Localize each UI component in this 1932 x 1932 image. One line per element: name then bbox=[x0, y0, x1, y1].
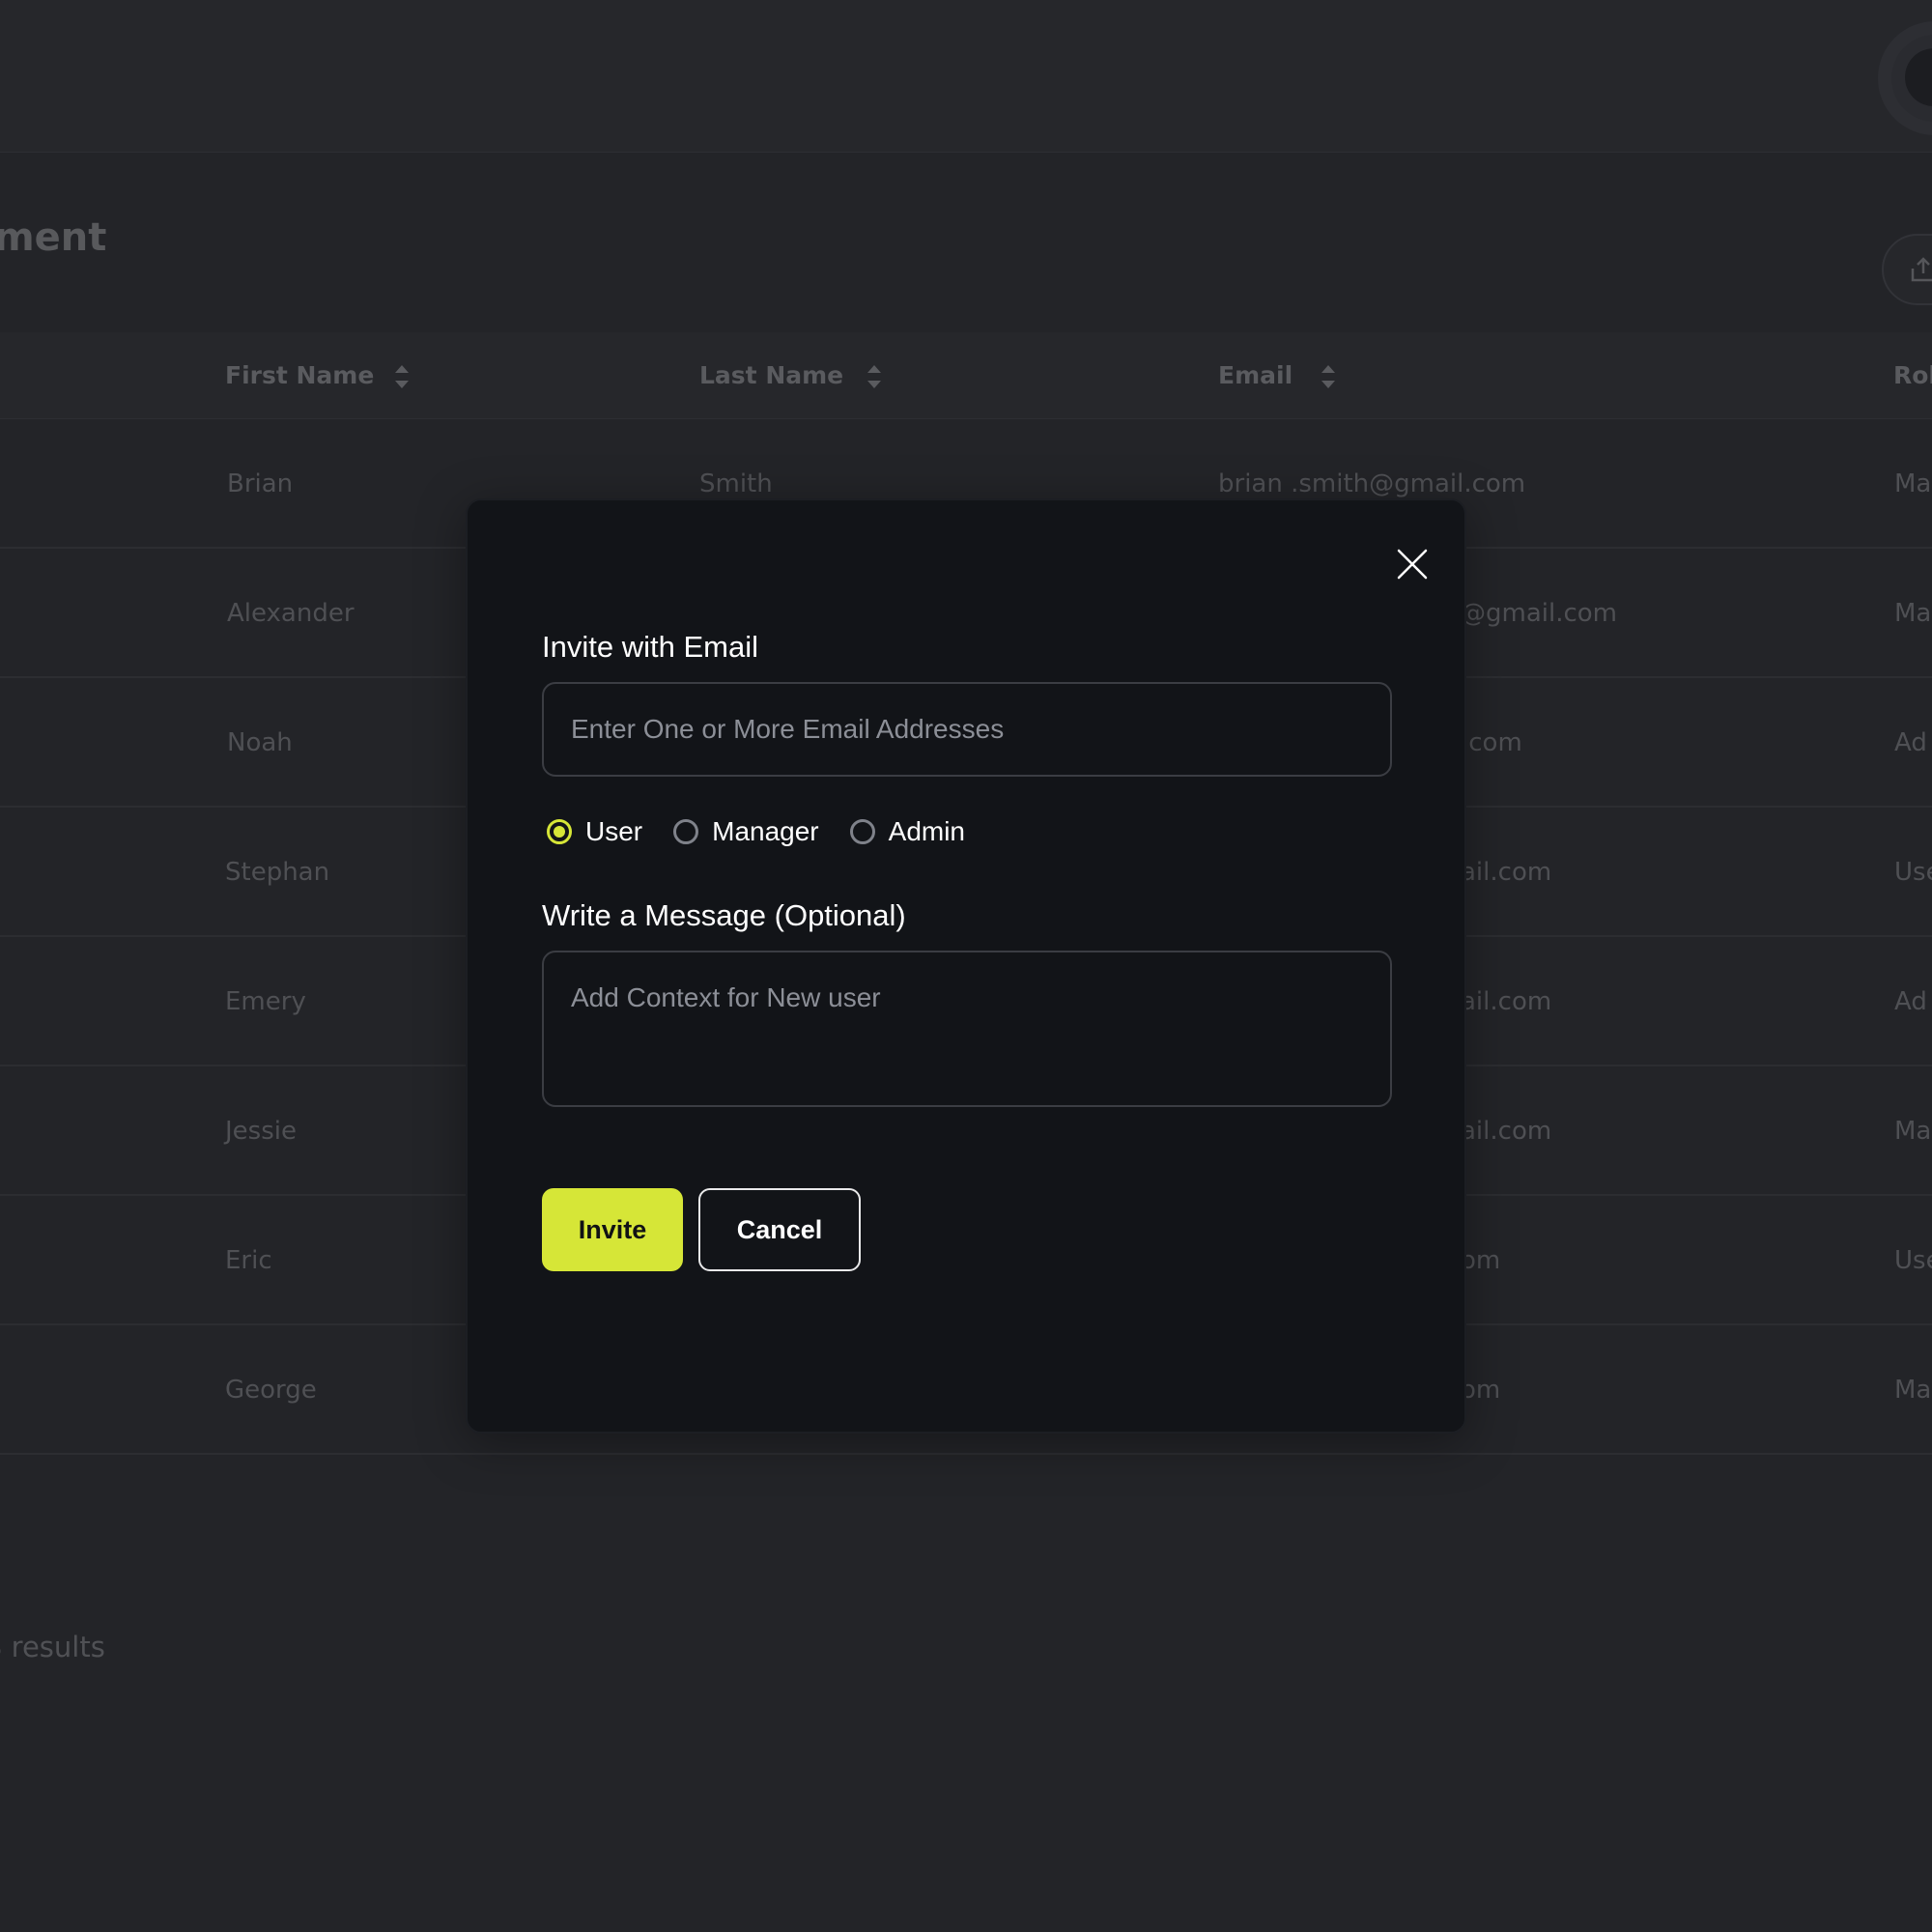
avatar[interactable] bbox=[1878, 21, 1932, 135]
cell-role: Use bbox=[1894, 1246, 1932, 1275]
cell-first-name: Emery bbox=[225, 987, 306, 1016]
export-button[interactable] bbox=[1882, 234, 1932, 305]
cell-role: Ad bbox=[1894, 987, 1927, 1016]
email-field[interactable] bbox=[542, 682, 1392, 777]
radio-unchecked-icon[interactable] bbox=[849, 819, 875, 844]
role-option-manager[interactable]: Manager bbox=[673, 816, 819, 847]
avatar-image bbox=[1905, 48, 1932, 106]
radio-unchecked-icon[interactable] bbox=[673, 819, 699, 844]
cell-first-name: Noah bbox=[227, 728, 293, 757]
cell-email: ail.com bbox=[1461, 1117, 1552, 1146]
cell-email: ail.com bbox=[1461, 987, 1552, 1016]
invite-button[interactable]: Invite bbox=[542, 1188, 683, 1271]
cell-email: om bbox=[1461, 1246, 1501, 1275]
cell-first-name: Eric bbox=[225, 1246, 272, 1275]
cell-first-name: Brian bbox=[227, 469, 294, 498]
role-option-user[interactable]: User bbox=[547, 816, 642, 847]
sort-icon[interactable] bbox=[864, 361, 885, 392]
invite-label: Invite with Email bbox=[542, 630, 758, 664]
header-email[interactable]: Email bbox=[1218, 332, 1293, 419]
table-header: First Name Last Name Email Rol bbox=[0, 332, 1932, 419]
top-bar bbox=[0, 0, 1932, 153]
role-option-admin[interactable]: Admin bbox=[849, 816, 966, 847]
role-label-admin: Admin bbox=[888, 816, 966, 846]
results-count: 8 results bbox=[0, 1631, 105, 1663]
cell-first-name: Stephan bbox=[225, 858, 330, 887]
cell-email: .com bbox=[1461, 728, 1522, 757]
cell-email: @gmail.com bbox=[1461, 599, 1618, 628]
cell-role: Ma bbox=[1894, 599, 1932, 628]
message-label: Write a Message (Optional) bbox=[542, 898, 906, 932]
message-field[interactable] bbox=[542, 951, 1392, 1107]
header-role[interactable]: Rol bbox=[1893, 332, 1932, 419]
radio-dot bbox=[554, 826, 565, 838]
cell-email: om bbox=[1461, 1376, 1501, 1405]
sort-icon[interactable] bbox=[391, 361, 412, 392]
cell-role: Ma bbox=[1894, 1376, 1932, 1405]
export-icon bbox=[1911, 257, 1932, 282]
role-label-user: User bbox=[585, 816, 643, 846]
sort-icon[interactable] bbox=[1318, 361, 1339, 392]
close-icon[interactable] bbox=[1389, 541, 1435, 587]
cell-role: Use bbox=[1894, 858, 1932, 887]
cell-role: Ma bbox=[1894, 469, 1932, 498]
cell-role: Ad bbox=[1894, 728, 1927, 757]
cell-first-name: George bbox=[225, 1376, 317, 1405]
header-last-name[interactable]: Last Name bbox=[699, 332, 843, 419]
cell-role: Ma bbox=[1894, 1117, 1932, 1146]
role-label-manager: Manager bbox=[712, 816, 819, 846]
cell-first-name: Alexander bbox=[227, 599, 355, 628]
radio-checked-icon[interactable] bbox=[547, 819, 572, 844]
cell-first-name: Jessie bbox=[225, 1117, 297, 1146]
cell-email: ail.com bbox=[1461, 858, 1552, 887]
cancel-button[interactable]: Cancel bbox=[698, 1188, 861, 1271]
page-title: ment bbox=[0, 215, 107, 260]
page: ment First Name Last Name Email Rol Bria… bbox=[0, 0, 1932, 1932]
header-first-name[interactable]: First Name bbox=[225, 332, 374, 419]
role-radio-group: User Manager Admin bbox=[547, 810, 996, 854]
invite-modal: Invite with Email User Manager Admin Wri… bbox=[466, 498, 1466, 1434]
